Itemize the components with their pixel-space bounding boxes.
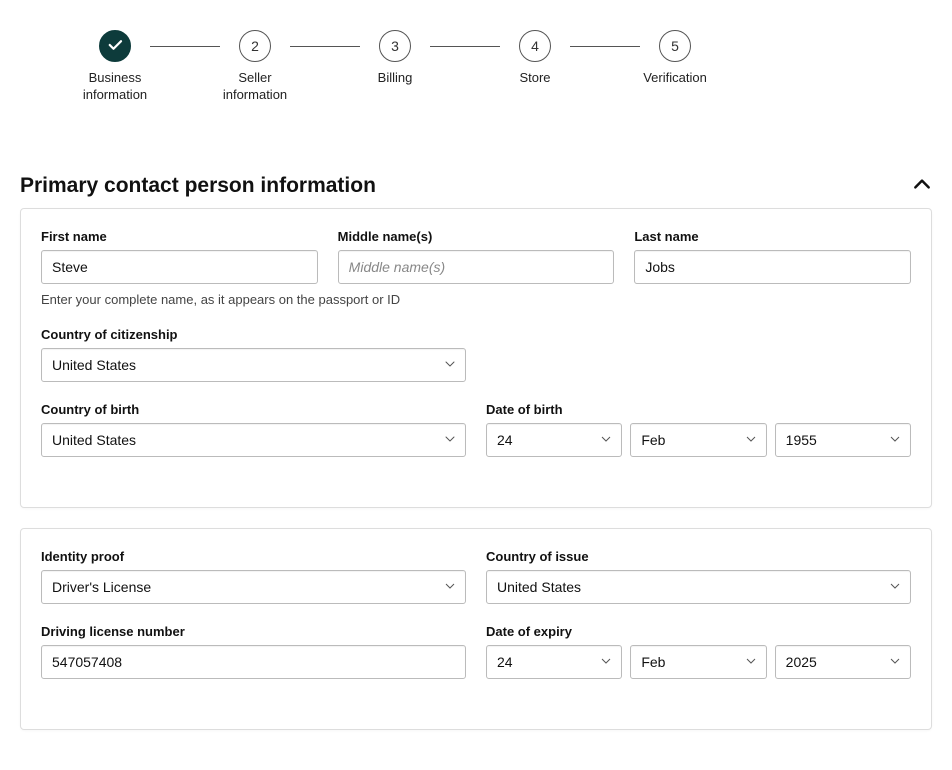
expiry-month-select[interactable]: Feb	[630, 645, 766, 679]
last-name-input[interactable]	[634, 250, 911, 284]
issue-country-label: Country of issue	[486, 549, 911, 564]
expiry-year-value: 2025	[786, 654, 817, 670]
step-circle-done	[99, 30, 131, 62]
birth-country-value: United States	[52, 432, 136, 448]
section-title: Primary contact person information	[20, 174, 376, 198]
middle-name-field-group: Middle name(s)	[338, 229, 615, 284]
section-header: Primary contact person information	[20, 174, 932, 208]
id-proof-select[interactable]: Driver's License	[41, 570, 466, 604]
expiry-field-group: Date of expiry 24 Feb 2025	[486, 624, 911, 679]
step-label: Billing	[378, 70, 413, 87]
license-number-field-group: Driving license number	[41, 624, 466, 679]
id-proof-value: Driver's License	[52, 579, 151, 595]
step-store: 4 Store	[500, 30, 570, 87]
middle-name-input[interactable]	[338, 250, 615, 284]
check-icon	[106, 36, 124, 57]
expiry-day-value: 24	[497, 654, 513, 670]
step-seller-information: 2 Seller information	[220, 30, 290, 104]
dob-field-group: Date of birth 24 Feb 1955	[486, 402, 911, 457]
citizenship-field-group: Country of citizenship United States	[41, 327, 466, 382]
expiry-day-select[interactable]: 24	[486, 645, 622, 679]
progress-stepper: Business information 2 Seller informatio…	[20, 20, 932, 124]
dob-month-value: Feb	[641, 432, 665, 448]
step-billing: 3 Billing	[360, 30, 430, 87]
first-name-label: First name	[41, 229, 318, 244]
dob-year-select[interactable]: 1955	[775, 423, 911, 457]
license-number-input[interactable]	[41, 645, 466, 679]
id-proof-label: Identity proof	[41, 549, 466, 564]
middle-name-label: Middle name(s)	[338, 229, 615, 244]
first-name-field-group: First name	[41, 229, 318, 284]
dob-year-value: 1955	[786, 432, 817, 448]
issue-country-select[interactable]: United States	[486, 570, 911, 604]
license-number-label: Driving license number	[41, 624, 466, 639]
dob-label: Date of birth	[486, 402, 911, 417]
name-hint-text: Enter your complete name, as it appears …	[41, 292, 911, 307]
citizenship-label: Country of citizenship	[41, 327, 466, 342]
step-label: Verification	[643, 70, 707, 87]
last-name-field-group: Last name	[634, 229, 911, 284]
first-name-input[interactable]	[41, 250, 318, 284]
issue-country-value: United States	[497, 579, 581, 595]
dob-day-select[interactable]: 24	[486, 423, 622, 457]
citizenship-value: United States	[52, 357, 136, 373]
step-circle: 4	[519, 30, 551, 62]
spacer	[486, 327, 911, 382]
step-connector	[570, 46, 640, 47]
birth-country-field-group: Country of birth United States	[41, 402, 466, 457]
step-connector	[290, 46, 360, 47]
collapse-toggle[interactable]	[912, 174, 932, 197]
birth-country-select[interactable]: United States	[41, 423, 466, 457]
identity-proof-card: Identity proof Driver's License Country …	[20, 528, 932, 730]
step-business-information: Business information	[80, 30, 150, 104]
issue-country-field-group: Country of issue United States	[486, 549, 911, 604]
step-label: Seller information	[220, 70, 290, 104]
personal-info-card: First name Middle name(s) Last name Ente…	[20, 208, 932, 508]
birth-country-label: Country of birth	[41, 402, 466, 417]
last-name-label: Last name	[634, 229, 911, 244]
dob-month-select[interactable]: Feb	[630, 423, 766, 457]
expiry-label: Date of expiry	[486, 624, 911, 639]
id-proof-field-group: Identity proof Driver's License	[41, 549, 466, 604]
dob-day-value: 24	[497, 432, 513, 448]
expiry-year-select[interactable]: 2025	[775, 645, 911, 679]
step-circle: 3	[379, 30, 411, 62]
step-connector	[430, 46, 500, 47]
step-verification: 5 Verification	[640, 30, 710, 87]
expiry-month-value: Feb	[641, 654, 665, 670]
step-label: Business information	[80, 70, 150, 104]
step-circle: 2	[239, 30, 271, 62]
citizenship-select[interactable]: United States	[41, 348, 466, 382]
step-label: Store	[519, 70, 550, 87]
step-circle: 5	[659, 30, 691, 62]
chevron-up-icon	[912, 181, 932, 197]
step-connector	[150, 46, 220, 47]
